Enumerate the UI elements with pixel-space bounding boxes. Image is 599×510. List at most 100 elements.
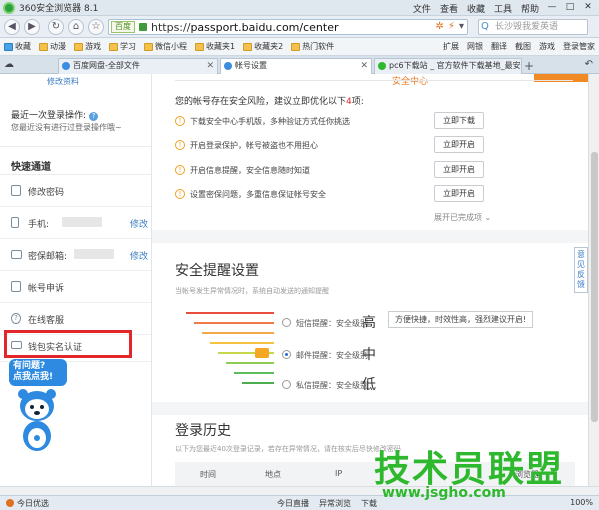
enable-notify-button[interactable]: 立即开启 [434,161,484,178]
screenshot-button[interactable]: 截图 [515,41,531,52]
lock-icon [139,23,147,31]
edit-phone-link[interactable]: 修改 [130,217,148,230]
close-tab-icon[interactable]: ✕ [360,59,368,73]
translate-button[interactable]: 翻译 [491,41,507,52]
watermark-url: www.jsgho.com [382,485,506,501]
address-field[interactable]: 百度 https://passport.baidu.com/center ✲ ⚡… [108,19,468,35]
sms-alert-option[interactable]: 短信提醒：安全级别 高 [282,314,392,334]
login-manager-button[interactable]: 登录管家 [563,41,595,52]
risk-title: 您的帐号存在安全风险，建议立即优化以下4项: [175,97,364,107]
address-toolbar: ◀ ▶ ↻ ⌂ ☆ 百度 https://passport.baidu.com/… [0,16,599,38]
maximize-icon[interactable]: □ [561,1,579,14]
window-title: 360安全浏览器 8.1 [19,4,99,14]
forward-icon[interactable]: ▶ [24,19,40,35]
help-icon[interactable]: ? [89,112,99,121]
settings-icon[interactable]: ✲ [436,21,444,32]
level-bar [202,332,274,334]
login-record-title: 最近一次登录操作:? [11,108,99,121]
favorite-star-icon[interactable]: ☆ [88,19,104,35]
bookmark-favorites[interactable]: 收藏 [4,41,31,52]
url-text[interactable]: https://passport.baidu.com/center [151,21,339,34]
bookmark-folder[interactable]: 游戏 [74,41,101,52]
extensions-button[interactable]: 扩展 [443,41,459,52]
sms-radio[interactable] [282,318,291,327]
sidebar-item-appeal[interactable]: 帐号申诉 [0,271,151,303]
baidu-pan-icon [62,62,70,70]
folder-icon [243,42,253,51]
cloud-icon[interactable]: ☁ [4,59,14,70]
search-icon: Q [481,21,489,32]
url-scheme: https:// [151,20,191,34]
dropdown-icon[interactable]: ▾ [459,21,464,32]
abnormal-browse-button[interactable]: 异常浏览 [319,498,351,509]
refresh-icon[interactable]: ↻ [48,19,64,35]
feedback-tab[interactable]: 意见反馈 [574,247,588,293]
search-input[interactable]: 长沙毁我爱英语 [478,19,588,35]
help-bubble[interactable]: 有问题? 点我点我! [9,359,67,386]
email-alert-option[interactable]: 邮件提醒：安全级别 中 [282,346,392,366]
toolbar-extensions: 扩展 网银 翻译 截图 游戏 登录管家 [443,41,595,52]
tab-account-settings[interactable]: 帐号设置 ✕ [220,58,372,74]
doc-icon [11,281,21,292]
folder-icon [291,42,301,51]
sidebar-item-label: 帐号申诉 [28,284,65,294]
minimize-icon[interactable]: — [543,1,561,14]
level-bar [242,382,274,384]
baidu-icon [224,62,232,70]
sidebar-item-label: 在线客服 [28,316,65,326]
today-picks[interactable]: 今日优选 [6,498,49,509]
email-radio[interactable] [282,350,291,359]
enable-login-protect-button[interactable]: 立即开启 [434,136,484,153]
bookmarks-bar: 收藏 动漫 游戏 学习 微信小程 收藏夹1 收藏夹2 热门软件 扩展 网银 翻译… [0,38,599,56]
login-history-title: 登录历史 [175,423,231,439]
message-alert-option[interactable]: 私信提醒：安全级别 低 [282,376,392,396]
masked-phone [62,217,102,227]
expand-completed-link[interactable]: 展开已完成项 ⌄ [434,212,491,223]
question-icon: ? [11,313,21,324]
section-gap [152,230,588,243]
new-tab-icon[interactable]: + [524,59,534,73]
quick-access-title: 快速通道 [11,162,51,173]
home-icon[interactable]: ⌂ [68,19,84,35]
warning-icon: ! [175,165,185,175]
vertical-scrollbar[interactable] [588,74,599,486]
live-button[interactable]: 今日直播 [277,498,309,509]
tab-baidu-pan[interactable]: 百度网盘-全部文件 ✕ [58,58,218,74]
bank-button[interactable]: 网银 [467,41,483,52]
lock-icon [11,185,21,196]
tab-pc6[interactable]: pc6下载站 _ 官方软件下载基地_最安全... [374,58,522,74]
bookmark-folder[interactable]: 微信小程 [144,41,187,52]
close-icon[interactable]: ✕ [579,1,597,14]
games-button[interactable]: 游戏 [539,41,555,52]
lightning-icon[interactable]: ⚡ [448,21,455,32]
enable-security-question-button[interactable]: 立即开启 [434,185,484,202]
bookmark-folder[interactable]: 收藏夹2 [243,41,283,52]
menu-favorites[interactable]: 收藏 [467,2,485,15]
bookmark-folder[interactable]: 热门软件 [291,41,334,52]
undo-icon[interactable]: ↶ [585,59,593,70]
alert-settings-title: 安全提醒设置 [175,263,259,279]
zoom-level[interactable]: 100% [570,498,593,507]
menu-tools[interactable]: 工具 [494,2,512,15]
title-bar: 360安全浏览器 8.1 文件 查看 收藏 工具 帮助 — □ ✕ [0,0,599,16]
level-bar [234,372,274,374]
back-icon[interactable]: ◀ [4,19,20,35]
bookmark-folder[interactable]: 学习 [109,41,136,52]
address-icons: ✲ ⚡ ▾ [436,21,464,32]
bookmark-folder[interactable]: 收藏夹1 [195,41,235,52]
scrollbar-thumb[interactable] [591,152,598,422]
bookmark-folder[interactable]: 动漫 [39,41,66,52]
download-app-button[interactable]: 立即下载 [434,112,484,129]
sidebar-item-change-password[interactable]: 修改密码 [0,175,151,207]
menu-view[interactable]: 查看 [440,2,458,15]
edit-profile-link[interactable]: 修改资料 [47,76,79,87]
divider [175,80,573,81]
url-host: passport.baidu.com/center [190,20,339,34]
today-picks-icon [6,499,14,507]
message-radio[interactable] [282,380,291,389]
mascot-bear-icon[interactable] [14,386,60,454]
menu-help[interactable]: 帮助 [521,2,539,15]
close-tab-icon[interactable]: ✕ [206,59,214,73]
edit-email-link[interactable]: 修改 [130,249,148,262]
menu-file[interactable]: 文件 [413,2,431,15]
